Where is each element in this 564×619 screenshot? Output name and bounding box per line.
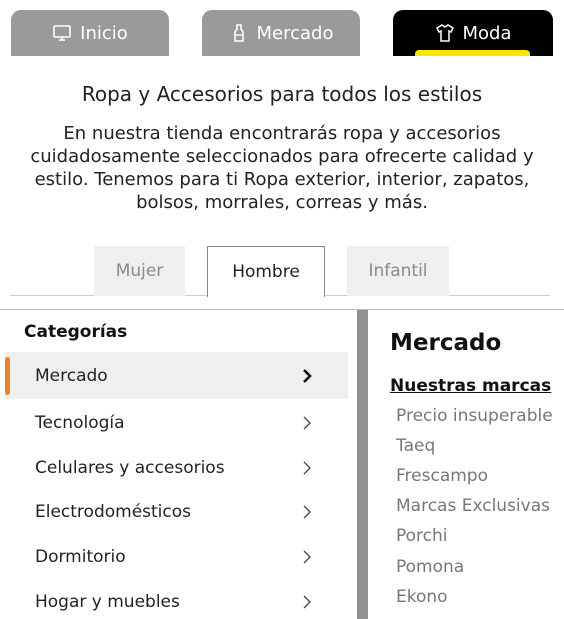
tab-inicio[interactable]: Inicio [11,10,169,60]
brand-link[interactable]: Precio insuperable [396,406,553,426]
sub-tab-hombre[interactable]: Hombre [207,246,325,297]
panel-divider [357,310,368,619]
brand-link[interactable]: Taeq [396,436,435,456]
category-item-dormitorio[interactable]: Dormitorio [5,533,348,580]
categories-heading: Categorías [24,322,128,342]
tab-inicio-label: Inicio [80,23,128,44]
category-label: Tecnología [35,412,125,433]
chevron-right-icon [303,369,312,383]
bottle-icon [233,24,244,42]
chevron-right-icon [303,595,311,609]
chevron-right-icon [303,550,311,564]
brand-link[interactable]: Pomona [396,557,464,577]
brand-link[interactable]: Frescampo [396,466,488,486]
category-label: Mercado [35,365,108,386]
moda-title: Ropa y Accesorios para todos los estilos [81,82,483,106]
sub-tab-mujer[interactable]: Mujer [94,246,185,296]
chevron-right-icon [303,416,311,430]
brands-subtitle-link[interactable]: Nuestras marcas [390,376,551,396]
categories-panel: Categorías Mercado Tecnología Celulares … [0,310,357,619]
category-label: Hogar y muebles [35,591,180,612]
tab-mercado[interactable]: Mercado [202,10,360,60]
category-label: Celulares y accesorios [35,457,225,478]
category-item-hogar[interactable]: Hogar y muebles [5,578,348,619]
category-item-electrodomesticos[interactable]: Electrodomésticos [5,488,348,535]
active-accent-bar [5,357,10,395]
top-nav: Inicio Mercado Moda [0,0,564,60]
category-item-tecnologia[interactable]: Tecnología [5,399,348,446]
brands-panel: Mercado Nuestras marcas Precio insuperab… [368,310,564,619]
brand-link[interactable]: Ekono [396,587,448,607]
brand-link[interactable]: Porchi [396,526,448,546]
monitor-icon [53,25,71,41]
shirt-icon [435,24,454,42]
sub-tab-infantil[interactable]: Infantil [347,246,449,296]
moda-description: En nuestra tienda encontrarás ropa y acc… [30,123,534,213]
brand-link[interactable]: Marcas Exclusivas [396,496,550,516]
tab-mercado-label: Mercado [256,23,334,44]
chevron-right-icon [303,461,311,475]
category-item-mercado[interactable]: Mercado [5,352,348,399]
category-label: Electrodomésticos [35,501,192,522]
tab-moda-label: Moda [462,23,512,44]
chevron-right-icon [303,505,311,519]
category-item-celulares[interactable]: Celulares y accesorios [5,444,348,491]
moda-panel: Ropa y Accesorios para todos los estilos… [0,56,564,310]
category-label: Dormitorio [35,546,126,567]
brands-title: Mercado [390,330,502,356]
